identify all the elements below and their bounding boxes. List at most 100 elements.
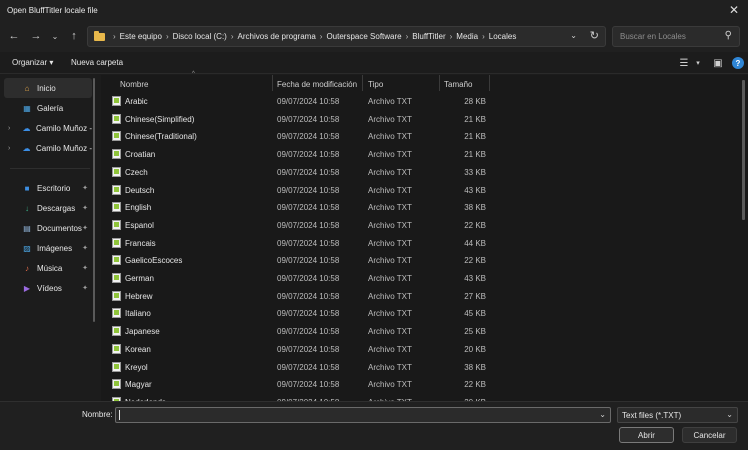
breadcrumb-item[interactable]: Media [456, 32, 478, 41]
table-row[interactable]: Deutsch 09/07/2024 10:58 Archivo TXT 43 KB [101, 181, 741, 199]
search-input[interactable]: Buscar en Locales ⚲ [612, 26, 740, 47]
search-icon[interactable]: ⚲ [725, 30, 732, 41]
chevron-right-icon[interactable]: › [320, 32, 323, 41]
column-header-date[interactable]: Fecha de modificación [277, 77, 357, 91]
view-details-icon[interactable]: ☰ [678, 57, 690, 69]
table-row[interactable]: German 09/07/2024 10:58 Archivo TXT 43 KB [101, 269, 741, 287]
chevron-right-icon[interactable]: › [166, 32, 169, 41]
table-row[interactable]: Espanol 09/07/2024 10:58 Archivo TXT 22 KB [101, 216, 741, 234]
table-row[interactable]: Magyar 09/07/2024 10:58 Archivo TXT 22 KB [101, 375, 741, 393]
table-row[interactable]: Francais 09/07/2024 10:58 Archivo TXT 44 KB [101, 234, 741, 252]
sidebar-item-videos[interactable]: ▶ Vídeos ✦ [4, 278, 92, 298]
chevron-down-icon[interactable]: ▾ [692, 57, 704, 69]
file-list-scrollbar[interactable] [742, 76, 745, 396]
chevron-right-icon[interactable]: › [450, 32, 453, 41]
chevron-down-icon[interactable]: ⌄ [726, 410, 733, 419]
arrow-right-icon[interactable]: → [28, 28, 44, 44]
sidebar-item-escritorio[interactable]: ■ Escritorio ✦ [4, 178, 92, 198]
arrow-left-icon[interactable]: ← [6, 28, 22, 44]
sidebar-item-galeria[interactable]: ▦ Galería [4, 98, 92, 118]
table-row[interactable]: Czech 09/07/2024 10:58 Archivo TXT 33 KB [101, 163, 741, 181]
file-size: 45 KB [464, 309, 486, 319]
title-bar: Open BluffTitler locale file ✕ [0, 0, 748, 20]
table-row[interactable]: Kreyol 09/07/2024 10:58 Archivo TXT 38 KB [101, 358, 741, 376]
chevron-right-icon[interactable]: › [231, 32, 234, 41]
address-bar[interactable]: › Este equipo › Disco local (C:) › Archivos d… [87, 26, 606, 47]
table-row[interactable]: Chinese(Traditional) 09/07/2024 10:58 Arch… [101, 127, 741, 145]
table-row[interactable]: Italiano 09/07/2024 10:58 Archivo TXT 45 KB [101, 304, 741, 322]
chevron-down-icon[interactable]: ⌄ [599, 410, 606, 419]
filename-input[interactable]: ⌄ [115, 407, 611, 423]
sidebar-item-onedrive-2[interactable]: › ☁ Camilo Muñoz - [4, 138, 92, 158]
file-name: Kreyol [125, 362, 148, 372]
chevron-down-icon[interactable]: ⌄ [47, 28, 63, 44]
file-name: Espanol [125, 220, 154, 230]
breadcrumb-item[interactable]: Disco local (C:) [173, 32, 227, 41]
file-name: Arabic [125, 97, 148, 106]
column-divider[interactable] [362, 75, 363, 91]
file-size: 21 KB [464, 114, 486, 124]
column-divider[interactable] [439, 75, 440, 91]
close-icon[interactable]: ✕ [720, 0, 748, 20]
arrow-up-icon[interactable]: ↑ [66, 28, 82, 44]
sidebar-item-label: Imágenes [37, 243, 73, 253]
text-file-icon [112, 131, 121, 142]
chevron-right-icon[interactable]: › [482, 32, 485, 41]
file-type: Archivo TXT [368, 203, 412, 213]
table-row[interactable]: Japanese 09/07/2024 10:58 Archivo TXT 25 KB [101, 322, 741, 340]
chevron-right-icon[interactable]: › [8, 145, 10, 152]
table-row[interactable]: Croatian 09/07/2024 10:58 Archivo TXT 21 KB [101, 145, 741, 163]
table-row[interactable]: Arabic 09/07/2024 10:58 Archivo TXT 28 KB [101, 92, 741, 110]
text-file-icon [112, 361, 121, 372]
column-header-name[interactable]: Nombre [120, 77, 148, 91]
file-type: Archivo TXT [368, 327, 412, 337]
breadcrumb-item[interactable]: Locales [489, 32, 517, 41]
breadcrumb-item[interactable]: Archivos de programa [238, 32, 316, 41]
sidebar-item-label: Música [37, 263, 63, 273]
column-header-size[interactable]: Tamaño [444, 77, 472, 91]
sidebar-item-label: Descargas [37, 203, 76, 213]
cancel-button[interactable]: Cancelar [682, 427, 737, 443]
new-folder-button[interactable]: Nueva carpeta [71, 58, 123, 67]
sidebar-item-onedrive-1[interactable]: › ☁ Camilo Muñoz - [4, 118, 92, 138]
text-file-icon [112, 166, 121, 177]
column-divider[interactable] [489, 75, 490, 91]
breadcrumb-item[interactable]: Este equipo [120, 32, 162, 41]
help-icon[interactable]: ? [732, 57, 744, 69]
chevron-right-icon[interactable]: › [8, 125, 10, 132]
file-name: German [125, 274, 154, 283]
table-row[interactable]: Korean 09/07/2024 10:58 Archivo TXT 20 KB [101, 340, 741, 358]
file-date: 09/07/2024 10:58 [277, 97, 340, 106]
refresh-icon[interactable]: ↻ [590, 29, 599, 42]
file-name: Chinese(Simplified) [125, 114, 195, 124]
breadcrumb-item[interactable]: BluffTitler [412, 32, 445, 41]
chevron-right-icon[interactable]: › [406, 32, 409, 41]
column-header-type[interactable]: Tipo [368, 77, 383, 91]
text-file-icon [112, 290, 121, 301]
sidebar-item-inicio[interactable]: ⌂ Inicio [4, 78, 92, 98]
filetype-select[interactable]: Text files (*.TXT) ⌄ [617, 407, 738, 423]
table-row[interactable]: Hebrew 09/07/2024 10:58 Archivo TXT 27 KB [101, 287, 741, 305]
file-date: 09/07/2024 10:58 [277, 150, 340, 160]
chevron-right-icon[interactable]: › [113, 32, 116, 41]
breadcrumb: › Este equipo › Disco local (C:) › Archivos d… [109, 32, 516, 41]
sidebar-item-imagenes[interactable]: ▨ Imágenes ✦ [4, 238, 92, 258]
sidebar-item-label: Camilo Muñoz - [35, 123, 92, 133]
sidebar-item-musica[interactable]: ♪ Música ✦ [4, 258, 92, 278]
chevron-down-icon[interactable]: ⌄ [570, 31, 577, 40]
table-row[interactable]: GaelicoEscoces 09/07/2024 10:58 Archivo TX… [101, 251, 741, 269]
text-file-icon [112, 237, 121, 248]
table-row[interactable]: English 09/07/2024 10:58 Archivo TXT 38 KB [101, 198, 741, 216]
document-icon: ▤ [23, 223, 31, 233]
breadcrumb-item[interactable]: Outerspace Software [326, 32, 401, 41]
preview-pane-icon[interactable]: ▣ [712, 57, 724, 69]
file-type: Archivo TXT [368, 309, 412, 319]
scrollbar-thumb[interactable] [742, 80, 745, 220]
sidebar-item-documentos[interactable]: ▤ Documentos ✦ [4, 218, 92, 238]
column-divider[interactable] [272, 75, 273, 91]
open-button[interactable]: Abrir [619, 427, 674, 443]
organize-button[interactable]: Organizar ▾ [12, 58, 53, 67]
sidebar-scrollbar[interactable] [93, 78, 95, 322]
table-row[interactable]: Chinese(Simplified) 09/07/2024 10:58 Archi… [101, 110, 741, 128]
sidebar-item-descargas[interactable]: ↓ Descargas ✦ [4, 198, 92, 218]
